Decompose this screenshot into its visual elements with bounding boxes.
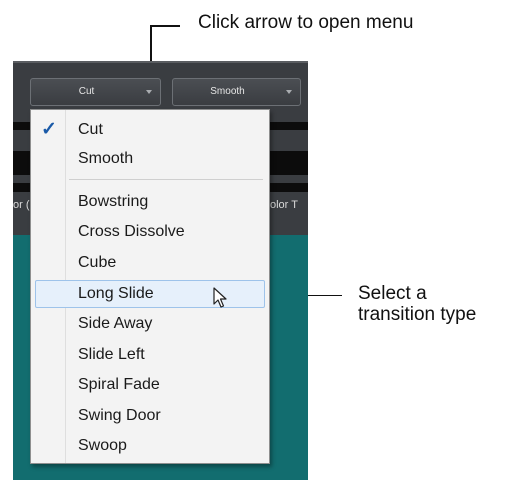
- chevron-down-icon[interactable]: [286, 90, 292, 94]
- smoothness-dropdown[interactable]: Smooth: [172, 78, 301, 106]
- top-callout-text: Click arrow to open menu: [198, 12, 414, 33]
- menu-item-swing-door[interactable]: Swing Door: [35, 402, 265, 430]
- menu-item-swoop[interactable]: Swoop: [35, 432, 265, 460]
- side-callout-text-line2: transition type: [358, 304, 477, 325]
- menu-item-spiral-fade[interactable]: Spiral Fade: [35, 371, 265, 399]
- menu-item-smooth[interactable]: Smooth: [35, 145, 265, 173]
- menu-item-cut[interactable]: ✓ Cut: [35, 116, 265, 144]
- side-callout-text-line1: Select a: [358, 283, 427, 304]
- menu-item-cube[interactable]: Cube: [35, 249, 265, 277]
- menu-separator: [69, 179, 263, 180]
- transition-type-dropdown[interactable]: Cut: [30, 78, 161, 106]
- checkmark-icon: ✓: [41, 119, 57, 140]
- menu-item-bowstring[interactable]: Bowstring: [35, 188, 265, 216]
- chevron-down-icon[interactable]: [146, 90, 152, 94]
- clip-label-right: olor T: [270, 199, 298, 211]
- transition-type-menu: ✓ Cut Smooth Bowstring Cross Dissolve Cu…: [30, 109, 270, 464]
- clip-label-left: or (: [13, 199, 30, 211]
- dropdown-value: Smooth: [210, 86, 245, 97]
- menu-item-cross-dissolve[interactable]: Cross Dissolve: [35, 218, 265, 246]
- top-callout-line-horizontal: [150, 25, 180, 27]
- menu-item-side-away[interactable]: Side Away: [35, 310, 265, 338]
- menu-item-slide-left[interactable]: Slide Left: [35, 341, 265, 369]
- menu-item-long-slide[interactable]: Long Slide: [35, 280, 265, 308]
- panel-top-border: [13, 61, 308, 63]
- mouse-pointer-icon: [213, 287, 227, 308]
- dropdown-value: Cut: [78, 86, 95, 97]
